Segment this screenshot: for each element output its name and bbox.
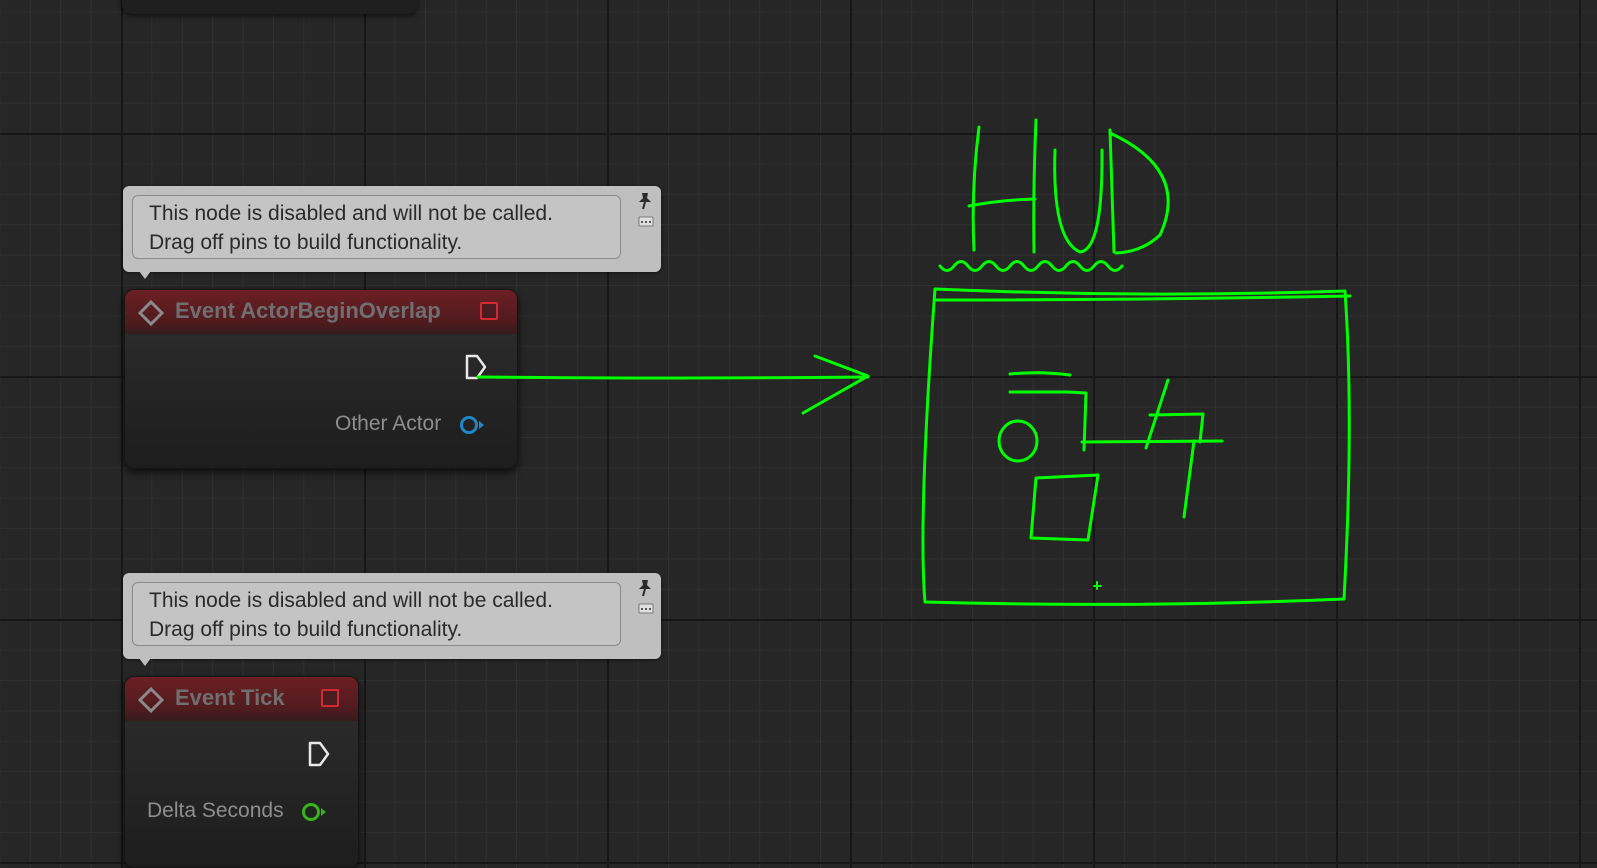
- hud-frame-rectangle: [921, 287, 1351, 606]
- hud-letter-d-stem: [1108, 128, 1116, 254]
- hud-sketch-line: [1008, 371, 1072, 377]
- hud-underline-squiggle: [938, 260, 1124, 272]
- hud-letter-h-right: [1032, 118, 1038, 254]
- hud-letter-h-bar: [967, 197, 1037, 208]
- hud-frame-top-line: [933, 294, 1352, 302]
- hud-sketch-square: [1029, 473, 1100, 542]
- hud-sketch-stroke-2: [1148, 412, 1205, 444]
- hud-sketch-circle: [997, 419, 1039, 463]
- hand-drawn-annotation: [476, 118, 1352, 606]
- hud-sketch-stroke-3: [1182, 439, 1196, 519]
- hud-letter-u: [1053, 148, 1104, 254]
- annotation-arrow-line: [476, 375, 870, 380]
- hud-letter-d-bowl: [1108, 131, 1170, 255]
- hud-letter-h-left: [971, 125, 981, 252]
- hud-cursor-mark: [1093, 581, 1102, 590]
- annotation-arrowhead: [801, 354, 870, 415]
- blueprint-graph-canvas[interactable]: This node is disabled and will not be ca…: [0, 0, 1597, 868]
